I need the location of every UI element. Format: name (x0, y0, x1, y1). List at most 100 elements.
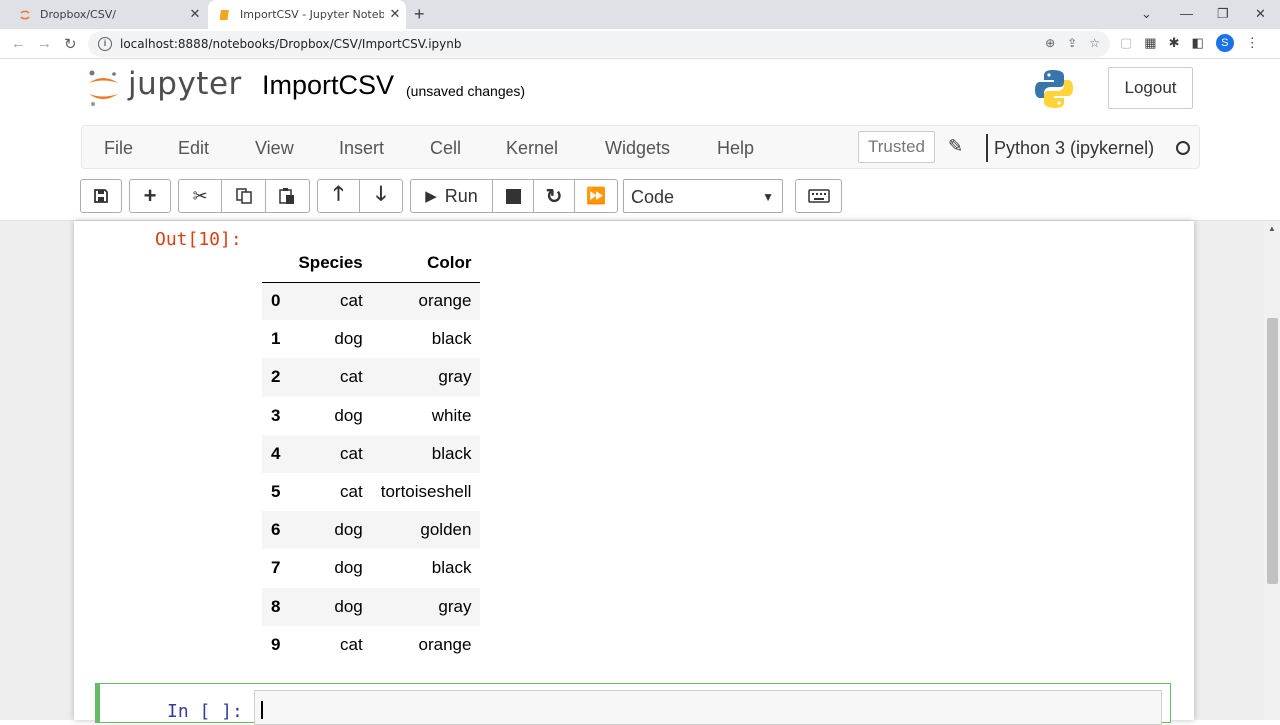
copy-button[interactable] (222, 180, 266, 212)
save-icon (94, 189, 108, 203)
interrupt-button[interactable] (493, 180, 534, 212)
cut-button[interactable]: ✂ (179, 180, 223, 212)
table-row: 6 dog golden (262, 511, 481, 550)
bookmark-star-icon[interactable]: ☆ (1089, 36, 1100, 50)
trusted-indicator[interactable]: Trusted (858, 131, 935, 163)
tab-dropbox-csv[interactable]: Dropbox/CSV/ ✕ (8, 0, 206, 29)
keyboard-icon (807, 189, 830, 203)
minimize-icon[interactable]: — (1180, 6, 1193, 21)
menu-kernel[interactable]: Kernel (506, 138, 558, 159)
scrollbar-thumb[interactable] (1267, 318, 1278, 584)
scroll-up-arrow-icon[interactable]: ▲ (1268, 224, 1276, 233)
tab-importcsv[interactable]: ImportCSV - Jupyter Notebook ✕ (208, 0, 406, 29)
fast-forward-icon: ⏩ (586, 188, 606, 205)
play-icon: ▶ (425, 188, 437, 205)
move-button-group: 🡑 🡓 (317, 179, 403, 213)
tab-search-chevron-icon[interactable]: ⌄ (1141, 6, 1152, 22)
table-row: 0 cat orange (262, 282, 481, 321)
cell-species: cat (289, 434, 372, 473)
cell-color: black (431, 329, 472, 349)
text-cursor (261, 701, 263, 719)
cell-species: dog (334, 405, 363, 425)
arrow-down-icon: 🡓 (375, 183, 387, 205)
kernel-name[interactable]: Python 3 (ipykernel) (994, 138, 1154, 159)
save-button[interactable] (80, 179, 122, 213)
tab-title: Dropbox/CSV/ (40, 8, 116, 21)
restart-run-all-button[interactable]: ⏩ (575, 180, 617, 212)
table-row: 3 dog white (262, 397, 480, 435)
close-tab-icon[interactable]: ✕ (184, 7, 206, 22)
arrow-up-icon: 🡑 (333, 183, 344, 205)
edit-button-group: ✂ (178, 179, 310, 213)
move-down-button[interactable]: 🡓 (360, 180, 402, 212)
insert-cell-button[interactable]: + (129, 179, 171, 213)
cell-species: cat (289, 358, 372, 397)
new-tab-icon[interactable]: + (414, 4, 425, 25)
run-label: Run (444, 185, 478, 206)
menu-file[interactable]: File (104, 138, 133, 159)
paste-icon (279, 188, 295, 204)
paste-button[interactable] (266, 180, 309, 212)
table-row: 5 cat tortoiseshell (262, 473, 480, 511)
cell-type-select[interactable]: Code ▼ (623, 179, 783, 213)
restart-icon: ↻ (545, 185, 563, 208)
maximize-icon[interactable]: ❐ (1217, 6, 1229, 22)
row-index: 6 (262, 511, 290, 550)
cell-species: cat (340, 482, 363, 502)
forward-icon[interactable]: → (37, 35, 52, 52)
table-row: 7 dog black (262, 549, 480, 587)
extension-icon-1[interactable]: ▢ (1120, 35, 1132, 51)
cell-species: dog (334, 558, 363, 578)
extension-toolbar: ▢ ▦ ✱ ◧ S ⋮ (1120, 34, 1259, 52)
jupyter-wordmark: jupyter (128, 66, 242, 102)
row-index: 7 (271, 558, 281, 578)
back-icon[interactable]: ← (11, 35, 26, 52)
row-index: 5 (271, 482, 281, 502)
grid-extension-icon[interactable]: ▦ (1144, 35, 1156, 51)
close-tab-icon[interactable]: ✕ (384, 7, 406, 22)
notebook-container (74, 221, 1194, 720)
address-bar-row: ← → ↻ i localhost:8888/notebooks/Dropbox… (0, 29, 1280, 59)
browser-menu-icon[interactable]: ⋮ (1246, 35, 1259, 51)
move-up-button[interactable]: 🡑 (318, 180, 361, 212)
restart-button[interactable]: ↻ (534, 180, 575, 212)
menu-widgets[interactable]: Widgets (605, 138, 670, 159)
cell-color: tortoiseshell (380, 482, 472, 502)
menu-view[interactable]: View (255, 138, 294, 159)
menu-edit[interactable]: Edit (178, 138, 209, 159)
cell-color: black (431, 558, 472, 578)
plus-icon: + (143, 183, 157, 208)
cell-color: black (371, 434, 481, 473)
run-button-group: ▶ Run ↻ ⏩ (410, 179, 618, 213)
command-palette-button[interactable] (795, 179, 842, 213)
zoom-icon[interactable]: ⊕ (1045, 36, 1055, 50)
menu-cell[interactable]: Cell (430, 138, 461, 159)
side-panel-icon[interactable]: ◧ (1192, 35, 1204, 51)
logout-button[interactable]: Logout (1108, 67, 1193, 109)
share-icon[interactable]: ⇪ (1067, 36, 1077, 50)
scissors-icon: ✂ (192, 185, 208, 206)
table-header-row: Species Color (262, 244, 481, 283)
index-header (262, 244, 290, 283)
row-index: 1 (271, 329, 281, 349)
url-field[interactable]: i localhost:8888/notebooks/Dropbox/CSV/I… (88, 31, 1110, 57)
save-status: (unsaved changes) (406, 83, 526, 99)
menu-help[interactable]: Help (717, 138, 754, 159)
cell-color: gray (371, 358, 481, 397)
row-index: 0 (262, 282, 290, 321)
kernel-divider (986, 134, 988, 162)
url-text: localhost:8888/notebooks/Dropbox/CSV/Imp… (120, 37, 462, 51)
reload-icon[interactable]: ↻ (64, 35, 77, 53)
dataframe-table: Species Color 0 cat orange 1 dog black 2 cat gra… (262, 244, 481, 664)
window-close-icon[interactable]: ✕ (1255, 6, 1266, 22)
site-info-icon[interactable]: i (98, 37, 112, 51)
jupyter-logo-icon[interactable] (86, 68, 122, 113)
profile-avatar[interactable]: S (1215, 34, 1234, 52)
cell-color: golden (371, 511, 481, 550)
notebook-name[interactable]: ImportCSV (262, 70, 394, 101)
menu-insert[interactable]: Insert (339, 138, 384, 159)
row-index: 2 (262, 358, 290, 397)
row-index: 8 (262, 587, 290, 626)
puzzle-extensions-icon[interactable]: ✱ (1169, 35, 1180, 51)
run-button[interactable]: ▶ Run (411, 180, 493, 212)
